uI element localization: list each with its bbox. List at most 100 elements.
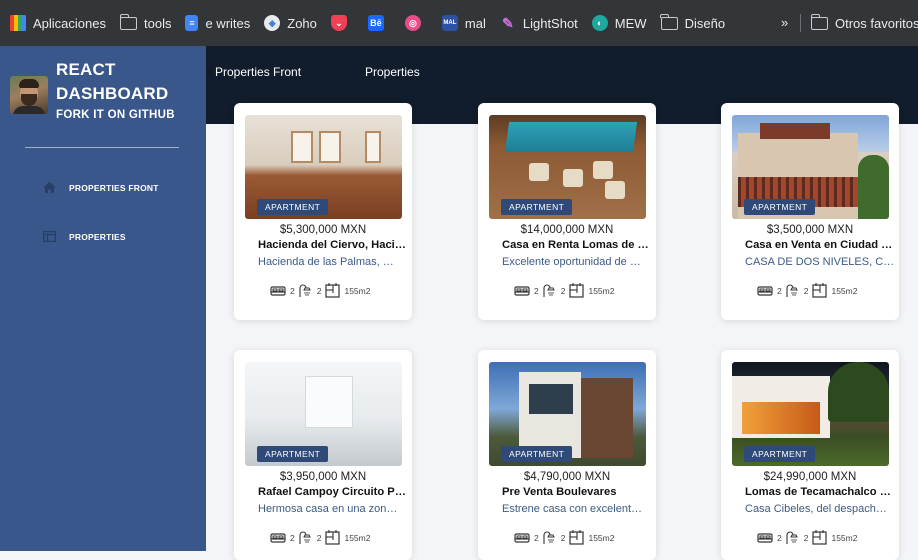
brand-title: REACT DASHBOARD <box>56 58 168 106</box>
property-type-badge: APARTMENT <box>501 446 573 462</box>
property-card[interactable]: APARTMENT $5,300,000 MXN Hacienda del Cier… <box>234 103 412 320</box>
folder-icon <box>119 13 137 30</box>
shower-icon <box>299 284 311 297</box>
property-description: Excelente oportunidad de … <box>502 256 641 268</box>
property-card[interactable]: APARTMENT $24,990,000 MXN Lomas de Tecamac… <box>721 350 899 560</box>
property-description: Casa Cibeles, del despach… <box>745 503 887 515</box>
property-description: Estrene casa con excelent… <box>502 503 643 515</box>
bedrooms-count: 2 <box>534 532 539 543</box>
property-card[interactable]: APARTMENT $14,000,000 MXN Casa en Renta Lo… <box>478 103 656 320</box>
shower-icon <box>786 284 798 297</box>
sidebar-item-properties-front[interactable]: PROPERTIES FRONT <box>43 182 159 193</box>
bed-icon <box>514 285 530 296</box>
property-title[interactable]: Casa en Venta en Ciudad … <box>745 239 895 251</box>
area-size: 155m2 <box>831 532 858 543</box>
lightshot-icon: ✎ <box>501 14 514 31</box>
property-description: Hacienda de las Palmas, … <box>258 256 394 268</box>
bookmark-label: Zoho <box>287 15 317 31</box>
property-card[interactable]: APARTMENT $4,790,000 MXN Pre Venta Bouleva… <box>478 350 656 560</box>
bedrooms-count: 2 <box>290 285 295 296</box>
bathrooms-count: 2 <box>316 285 322 296</box>
bookmarks-overflow-button[interactable]: » <box>781 15 788 30</box>
property-price: $24,990,000 MXN <box>763 471 857 483</box>
pocket-icon: ⌄ <box>330 15 347 31</box>
property-title[interactable]: Hacienda del Ciervo, Haci… <box>258 239 408 251</box>
dribbble-icon: ◎ <box>404 15 421 31</box>
bookmark-lightshot[interactable]: ✎ LightShot <box>500 15 578 31</box>
area-size: 155m2 <box>344 532 371 543</box>
bookmark-dribbble[interactable]: ◎ <box>404 15 428 31</box>
property-card[interactable]: APARTMENT $3,500,000 MXN Casa en Venta en … <box>721 103 899 320</box>
bookmark-other-favorites[interactable]: Otros favoritos <box>810 0 918 46</box>
zoho-icon: ◈ <box>264 15 281 31</box>
bookmark-tools[interactable]: tools <box>119 13 171 31</box>
bed-icon <box>514 532 530 543</box>
folder-icon <box>660 13 678 30</box>
bedrooms-count: 2 <box>777 285 782 296</box>
behance-icon: Bē <box>367 15 384 31</box>
bookmark-aplicaciones[interactable]: Aplicaciones <box>10 15 106 31</box>
bathrooms-count: 2 <box>803 285 809 296</box>
brand-line-2: DASHBOARD <box>56 84 169 103</box>
floor-plan-icon <box>569 283 585 298</box>
property-type-badge: APARTMENT <box>257 199 329 215</box>
bookmark-label: Otros favoritos <box>835 15 918 31</box>
bookmark-mal[interactable]: MAL mal <box>441 15 486 31</box>
property-description: CASA DE DOS NIVELES, C… <box>745 256 895 268</box>
brand-line-1: REACT <box>56 60 116 79</box>
mal-icon: MAL <box>441 15 458 31</box>
property-title[interactable]: Pre Venta Boulevares <box>502 486 652 498</box>
property-price: $3,950,000 MXN <box>279 471 367 483</box>
sidebar-divider <box>25 147 179 148</box>
property-title[interactable]: Casa en Renta Lomas de … <box>502 239 652 251</box>
property-features: 2 2 155m2 <box>514 283 618 298</box>
bookmark-label: MEW <box>614 15 647 31</box>
property-description: Hermosa casa en una zon… <box>258 503 398 515</box>
tab-properties[interactable]: Properties <box>365 65 420 79</box>
mew-icon: ◐ <box>591 15 608 31</box>
bookmark-mew[interactable]: ◐ MEW <box>591 15 647 31</box>
property-price: $14,000,000 MXN <box>520 224 614 236</box>
bookmark-zoho[interactable]: ◈ Zoho <box>264 15 317 31</box>
sidebar: REACT DASHBOARD FORK IT ON GITHUB PROPER… <box>0 46 206 551</box>
folder-icon <box>810 13 828 30</box>
bookmark-label: mal <box>464 15 486 31</box>
floor-plan-icon <box>325 283 341 298</box>
avatar <box>10 76 48 114</box>
area-size: 155m2 <box>588 532 615 543</box>
bookmarks-divider <box>800 14 801 32</box>
bookmark-label: Diseño <box>684 15 726 31</box>
bed-icon <box>270 285 286 296</box>
sidebar-item-properties[interactable]: PROPERTIES <box>43 231 126 242</box>
bookmark-e-writes[interactable]: ≡ e writes <box>185 15 250 31</box>
bathrooms-count: 2 <box>560 285 566 296</box>
fork-on-github-link[interactable]: FORK IT ON GITHUB <box>56 109 175 121</box>
bedrooms-count: 2 <box>777 532 782 543</box>
home-icon <box>43 182 56 193</box>
bedrooms-count: 2 <box>534 285 539 296</box>
shower-icon <box>543 284 555 297</box>
property-card[interactable]: APARTMENT $3,950,000 MXN Rafael Campoy Cir… <box>234 350 412 560</box>
property-price: $4,790,000 MXN <box>523 471 611 483</box>
bathrooms-count: 2 <box>316 532 322 543</box>
table-icon <box>43 231 56 242</box>
property-features: 2 2 155m2 <box>514 530 618 545</box>
bookmark-label: e writes <box>205 15 251 31</box>
area-size: 155m2 <box>344 285 371 296</box>
sidebar-item-label: PROPERTIES FRONT <box>69 182 159 193</box>
bathrooms-count: 2 <box>803 532 809 543</box>
sidebar-item-label: PROPERTIES <box>69 231 126 242</box>
property-title[interactable]: Rafael Campoy Circuito P… <box>258 486 408 498</box>
property-features: 2 2 155m2 <box>757 283 861 298</box>
shower-icon <box>299 531 311 544</box>
bed-icon <box>757 532 773 543</box>
bookmark-diseno[interactable]: Diseño <box>660 13 726 31</box>
bookmark-behance[interactable]: Bē <box>367 15 391 31</box>
property-price: $5,300,000 MXN <box>279 224 367 236</box>
property-features: 2 2 155m2 <box>270 530 374 545</box>
tab-properties-front[interactable]: Properties Front <box>215 65 301 79</box>
bookmark-label: Aplicaciones <box>33 15 106 31</box>
property-title[interactable]: Lomas de Tecamachalco … <box>745 486 895 498</box>
bookmark-pocket[interactable]: ⌄ <box>330 15 354 31</box>
shower-icon <box>543 531 555 544</box>
